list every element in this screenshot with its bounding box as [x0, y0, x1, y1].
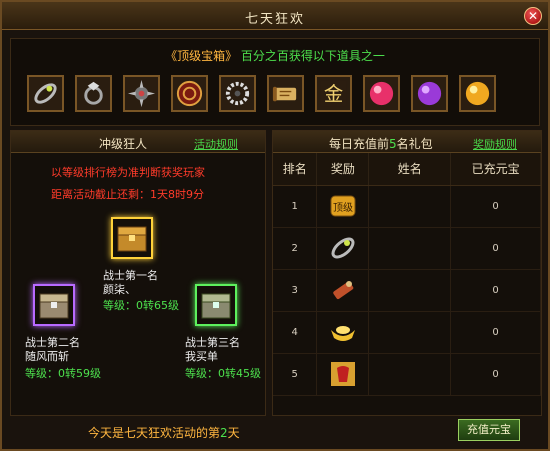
level-ranking-panel: 冲级狂人 活动规则 以等级排行榜为准判断获奖玩家 距离活动截止还剩：1天8时9分… — [10, 130, 266, 416]
recharge-ranking-table: 排名 奖励 姓名 已充元宝 1 顶级 0 2 0 3 0 4 0 5 0 — [273, 153, 541, 396]
reward-cell — [316, 353, 370, 396]
prize-item-list: 金 — [27, 75, 496, 112]
table-row: 2 0 — [273, 227, 541, 270]
table-header-row: 排名 奖励 姓名 已充元宝 — [273, 153, 541, 186]
scroll-icon[interactable] — [327, 274, 359, 306]
daily-recharge-title-post: 名礼包 — [396, 137, 433, 151]
table-row: 1 顶级 0 — [273, 185, 541, 228]
reward-column-header: 奖励 — [316, 153, 370, 186]
red-gem-icon[interactable] — [363, 75, 400, 112]
third-place-chest-icon[interactable] — [195, 284, 237, 326]
prize-chest-name: 《顶级宝箱》 — [165, 49, 238, 63]
rank-cell: 4 — [273, 311, 318, 354]
event-day-text-post: 天 — [227, 426, 240, 440]
daily-recharge-header: 每日充值前5名礼包 奖励规则 — [273, 131, 541, 153]
reward-cell — [316, 269, 370, 312]
level-ranking-header: 冲级狂人 活动规则 — [11, 131, 265, 153]
name-cell — [368, 311, 452, 354]
prize-description: 《顶级宝箱》 百分之百获得以下道具之一 — [11, 47, 539, 64]
title-bar[interactable]: 七天狂欢 ✕ — [2, 2, 548, 30]
svg-text:金: 金 — [324, 82, 343, 105]
window-title: 七天狂欢 — [244, 12, 305, 27]
rank-cell: 2 — [273, 227, 318, 270]
amount-column-header: 已充元宝 — [450, 153, 541, 186]
ranking-description: 以等级排行榜为准判断获奖玩家 — [51, 166, 205, 179]
gold-ingot-icon[interactable] — [327, 316, 359, 348]
first-place-level: 等级：0转65级 — [103, 299, 179, 312]
activity-rules-link[interactable]: 活动规则 — [194, 136, 238, 152]
red-pouch-icon[interactable] — [327, 358, 359, 390]
bead-necklace-icon[interactable] — [219, 75, 256, 112]
event-day-text: 今天是七天狂欢活动的第2天 — [88, 424, 240, 441]
name-cell — [368, 227, 452, 270]
second-place-role: 战士第二名 — [25, 336, 80, 349]
third-place-role: 战士第三名 — [185, 336, 240, 349]
gold-character-icon[interactable]: 金 — [315, 75, 352, 112]
yellow-gem-icon[interactable] — [459, 75, 496, 112]
countdown-text: 距离活动截止还剩：1天8时9分 — [51, 188, 204, 201]
prize-banner: 《顶级宝箱》 百分之百获得以下道具之一 金 — [10, 38, 540, 126]
amount-cell: 0 — [450, 269, 541, 312]
event-window: 七天狂欢 ✕ 《顶级宝箱》 百分之百获得以下道具之一 金 冲级狂人 活动规则 以… — [0, 0, 550, 451]
second-place-level: 等级：0转59级 — [25, 367, 101, 380]
third-place-name: 我买单 — [185, 350, 218, 363]
name-column-header: 姓名 — [368, 153, 452, 186]
amount-cell: 0 — [450, 227, 541, 270]
first-place-role: 战士第一名 — [103, 269, 158, 282]
level-ranking-title: 冲级狂人 — [99, 137, 148, 151]
medal-icon[interactable] — [171, 75, 208, 112]
second-place-chest-icon[interactable] — [33, 284, 75, 326]
top-grade-token-label: 顶级 — [333, 202, 353, 214]
first-place-name: 颜柒、 — [103, 283, 136, 296]
amount-cell: 0 — [450, 353, 541, 396]
footer-bar: 今天是七天狂欢活动的第2天 充值元宝 — [10, 417, 540, 447]
close-button[interactable]: ✕ — [524, 7, 542, 25]
reward-cell: 顶级 — [316, 185, 370, 228]
rank-column-header: 排名 — [273, 153, 318, 186]
daily-recharge-title-num: 5 — [389, 137, 397, 151]
amount-cell: 0 — [450, 311, 541, 354]
rank-cell: 1 — [273, 185, 318, 228]
rank-cell: 3 — [273, 269, 318, 312]
second-place-name: 随风而斩 — [25, 350, 69, 363]
daily-recharge-panel: 每日充值前5名礼包 奖励规则 排名 奖励 姓名 已充元宝 1 顶级 0 2 0 … — [272, 130, 542, 416]
rank-cell: 5 — [273, 353, 318, 396]
event-day-text-pre: 今天是七天狂欢活动的第 — [88, 426, 221, 440]
daily-recharge-title-pre: 每日充值前 — [329, 137, 390, 151]
bracelet-icon[interactable] — [27, 75, 64, 112]
ring-icon[interactable] — [75, 75, 112, 112]
name-cell — [368, 353, 452, 396]
recharge-button[interactable]: 充值元宝 — [458, 419, 520, 441]
amount-cell: 0 — [450, 185, 541, 228]
prize-guarantee: 百分之百获得以下道具之一 — [240, 49, 385, 63]
reward-cell — [316, 311, 370, 354]
reward-cell — [316, 227, 370, 270]
daily-recharge-title: 每日充值前5名礼包 — [329, 135, 433, 152]
name-cell — [368, 269, 452, 312]
top-grade-token-icon[interactable]: 顶级 — [327, 190, 359, 222]
reward-rules-link[interactable]: 奖励规则 — [473, 136, 517, 152]
event-day-number: 2 — [220, 426, 228, 440]
purple-gem-icon[interactable] — [411, 75, 448, 112]
bracelet-icon[interactable] — [327, 232, 359, 264]
name-cell — [368, 185, 452, 228]
table-row: 3 0 — [273, 269, 541, 312]
spiked-armor-icon[interactable] — [123, 75, 160, 112]
scroll-icon[interactable] — [267, 75, 304, 112]
third-place-level: 等级：0转45级 — [185, 367, 261, 380]
table-row: 4 0 — [273, 311, 541, 354]
first-place-chest-icon[interactable] — [111, 217, 153, 259]
table-row: 5 0 — [273, 353, 541, 396]
